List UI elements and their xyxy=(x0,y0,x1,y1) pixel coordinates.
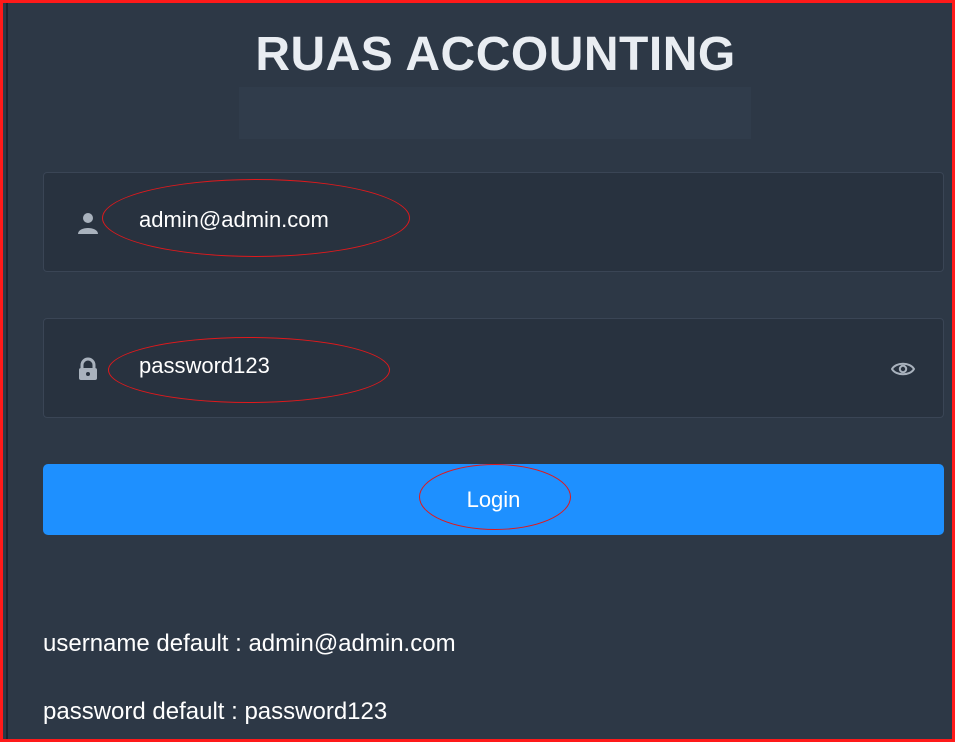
panel-edge xyxy=(6,3,8,739)
username-field[interactable]: admin@admin.com xyxy=(43,172,944,272)
password-input[interactable]: password123 xyxy=(139,353,270,379)
eye-icon[interactable] xyxy=(890,357,916,381)
lock-icon xyxy=(76,357,100,381)
login-button-label: Login xyxy=(466,486,521,512)
password-field[interactable]: password123 xyxy=(43,318,944,418)
username-default-hint: username default : admin@admin.com xyxy=(43,630,456,657)
password-default-hint: password default : password123 xyxy=(43,698,388,725)
login-panel: RUAS ACCOUNTING admin@admin.com password… xyxy=(0,0,955,742)
username-input[interactable]: admin@admin.com xyxy=(139,207,329,233)
user-icon xyxy=(76,211,100,235)
title-backdrop xyxy=(239,87,751,139)
app-title: RUAS ACCOUNTING xyxy=(255,28,736,81)
login-button[interactable]: Login xyxy=(43,464,944,535)
